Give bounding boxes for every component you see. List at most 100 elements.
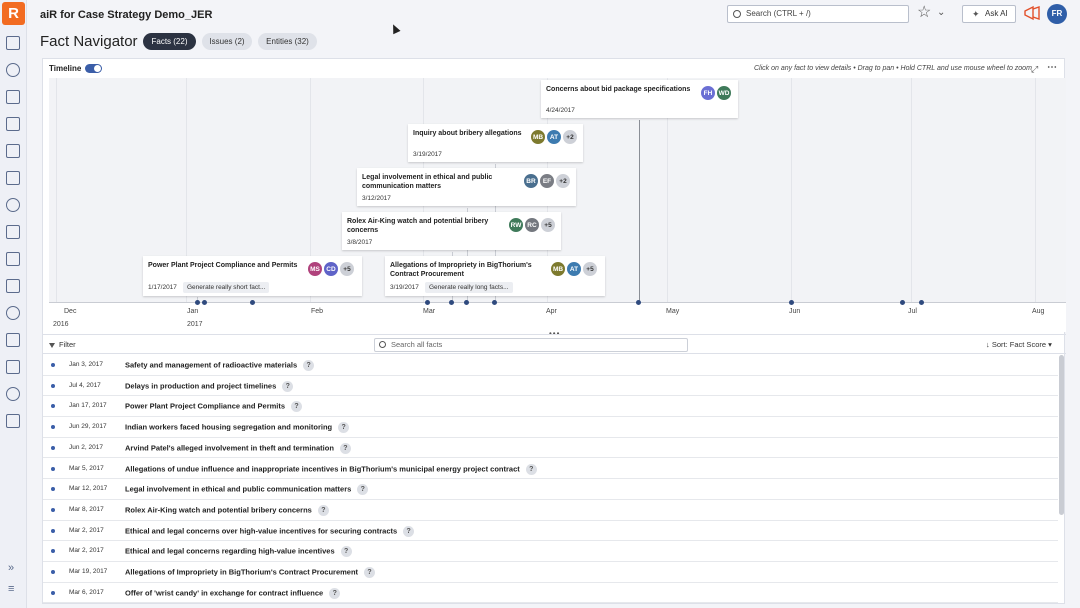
help-icon[interactable]: ? — [338, 422, 350, 434]
fact-row[interactable]: Jun 2, 2017 Arvind Patel's alleged involv… — [43, 438, 1058, 459]
avatar[interactable]: RW — [508, 217, 524, 233]
help-icon[interactable]: ? — [364, 567, 376, 578]
fact-row[interactable]: Jul 4, 2017 Delays in production and proj… — [43, 376, 1058, 397]
more-people-badge[interactable]: +2 — [555, 173, 571, 189]
fact-row[interactable]: Jan 17, 2017 Power Plant Project Complian… — [43, 396, 1058, 418]
avatar[interactable]: BR — [523, 173, 539, 189]
avatar[interactable]: CD — [323, 261, 339, 277]
fact-row[interactable]: Jun 29, 2017 Indian workers faced housing… — [43, 417, 1058, 438]
book-icon[interactable] — [6, 225, 20, 239]
filter-button[interactable]: Filter — [49, 340, 76, 349]
timeline-card[interactable]: Power Plant Project Compliance and Permi… — [143, 256, 362, 296]
megaphone-icon[interactable] — [1023, 5, 1041, 21]
help-icon[interactable]: ? — [317, 504, 329, 516]
timeline-card[interactable]: Concerns about bid package specification… — [541, 80, 738, 118]
help-icon[interactable]: ? — [329, 587, 341, 599]
generate-fact-chip[interactable]: Generate really long facts... — [425, 282, 513, 293]
timeline-event-dot[interactable] — [636, 300, 641, 305]
help-icon[interactable]: ? — [339, 442, 351, 454]
network-icon[interactable] — [6, 198, 20, 212]
help-icon[interactable]: ? — [403, 525, 415, 537]
more-people-badge[interactable]: +2 — [562, 129, 578, 145]
timeline-event-dot[interactable] — [250, 300, 255, 305]
fact-row[interactable]: Jan 3, 2017 Safety and management of radi… — [43, 355, 1058, 376]
fact-row[interactable]: Mar 8, 2017 Rolex Air-King watch and pote… — [43, 500, 1058, 521]
timeline-card[interactable]: Inquiry about bribery allegations 3/19/2… — [408, 124, 583, 162]
chevron-down-icon[interactable]: ⌄ — [937, 4, 945, 22]
map-icon[interactable] — [6, 333, 20, 347]
timeline-event-dot[interactable] — [492, 300, 497, 305]
star-icon[interactable]: ☆ — [917, 3, 931, 23]
facts-scrollbar[interactable] — [1059, 355, 1064, 515]
timeline-card[interactable]: Legal involvement in ethical and public … — [357, 168, 576, 206]
fact-row[interactable]: Mar 6, 2017 Offer of 'wrist candy' in exc… — [43, 583, 1058, 603]
tab-issues[interactable]: Issues (2) — [202, 33, 252, 50]
generate-fact-chip[interactable]: Generate really short fact... — [183, 282, 270, 293]
ask-ai-button[interactable]: ✦ Ask AI — [962, 5, 1016, 23]
dashboard-icon[interactable] — [6, 360, 20, 374]
global-search-input[interactable]: Search (CTRL + /) — [727, 5, 909, 23]
timeline-event-dot[interactable] — [919, 300, 924, 305]
fact-row[interactable]: Mar 2, 2017 Ethical and legal concerns re… — [43, 541, 1058, 562]
timeline-card[interactable]: Rolex Air-King watch and potential bribe… — [342, 212, 561, 250]
tab-entities[interactable]: Entities (32) — [258, 33, 317, 50]
avatar[interactable]: MB — [530, 129, 546, 145]
avatar[interactable]: EF — [539, 173, 555, 189]
expand-rail-icon[interactable]: » — [8, 562, 14, 574]
timeline-event-dot[interactable] — [789, 300, 794, 305]
export-icon[interactable] — [6, 414, 20, 428]
ask-ai-label: Ask AI — [985, 9, 1008, 18]
help-icon[interactable]: ? — [357, 484, 369, 496]
avatar[interactable]: WD — [716, 85, 732, 101]
fact-title-wrap: Allegations of undue influence and inapp… — [125, 463, 537, 475]
timeline-event-dot[interactable] — [425, 300, 430, 305]
tab-facts[interactable]: Facts (22) — [143, 33, 196, 50]
target-settings-icon[interactable] — [6, 306, 20, 320]
help-icon[interactable]: ? — [303, 360, 315, 371]
help-icon[interactable]: ? — [525, 463, 537, 475]
timeline-canvas[interactable]: Concerns about bid package specification… — [49, 78, 1066, 302]
fact-row[interactable]: Mar 5, 2017 Allegations of undue influenc… — [43, 459, 1058, 480]
more-people-badge[interactable]: +5 — [339, 261, 355, 277]
org-chart-icon[interactable] — [6, 171, 20, 185]
avatar[interactable]: AT — [546, 129, 562, 145]
fact-row[interactable]: Mar 12, 2017 Legal involvement in ethical… — [43, 479, 1058, 500]
document-icon[interactable] — [6, 117, 20, 131]
menu-icon[interactable]: ≡ — [8, 583, 14, 595]
facts-search-input[interactable]: Search all facts — [374, 338, 688, 352]
hierarchy-icon[interactable] — [6, 144, 20, 158]
fullscreen-icon[interactable]: ⤢ — [1031, 64, 1038, 75]
help-icon[interactable]: ? — [282, 380, 294, 392]
app-logo[interactable]: R — [2, 2, 25, 25]
new-item-icon[interactable] — [6, 36, 20, 50]
device-icon[interactable] — [6, 252, 20, 266]
timeline-event-dot[interactable] — [449, 300, 454, 305]
inbox-icon[interactable] — [6, 90, 20, 104]
fact-date: Jan 3, 2017 — [69, 361, 103, 368]
user-avatar[interactable]: FR — [1047, 4, 1067, 24]
more-options-icon[interactable]: ⋯ — [1047, 62, 1057, 73]
avatar[interactable]: AT — [566, 261, 582, 277]
fact-row[interactable]: Mar 19, 2017 Allegations of Impropriety i… — [43, 562, 1058, 583]
avatar[interactable]: MS — [307, 261, 323, 277]
more-people-badge[interactable]: +5 — [582, 261, 598, 277]
help-icon[interactable]: ? — [291, 401, 303, 413]
timeline-event-dot[interactable] — [195, 300, 200, 305]
timeline-toggle[interactable] — [85, 64, 102, 73]
timeline-event-dot[interactable] — [900, 300, 905, 305]
search-icon — [733, 10, 741, 18]
timeline-event-dot[interactable] — [202, 300, 207, 305]
fact-dot — [51, 363, 55, 367]
sort-button[interactable]: ↓ Sort: Fact Score ▾ — [986, 340, 1052, 349]
help-icon[interactable]: ? — [340, 546, 352, 558]
more-people-badge[interactable]: +5 — [540, 217, 556, 233]
fact-row[interactable]: Mar 2, 2017 Ethical and legal concerns ov… — [43, 521, 1058, 542]
target-icon[interactable] — [6, 63, 20, 77]
list-add-icon[interactable] — [6, 279, 20, 293]
gear-icon[interactable] — [6, 387, 20, 401]
avatar[interactable]: FH — [700, 85, 716, 101]
avatar[interactable]: MB — [550, 261, 566, 277]
timeline-card[interactable]: Allegations of Impropriety in BigThorium… — [385, 256, 605, 296]
avatar[interactable]: RC — [524, 217, 540, 233]
timeline-event-dot[interactable] — [464, 300, 469, 305]
